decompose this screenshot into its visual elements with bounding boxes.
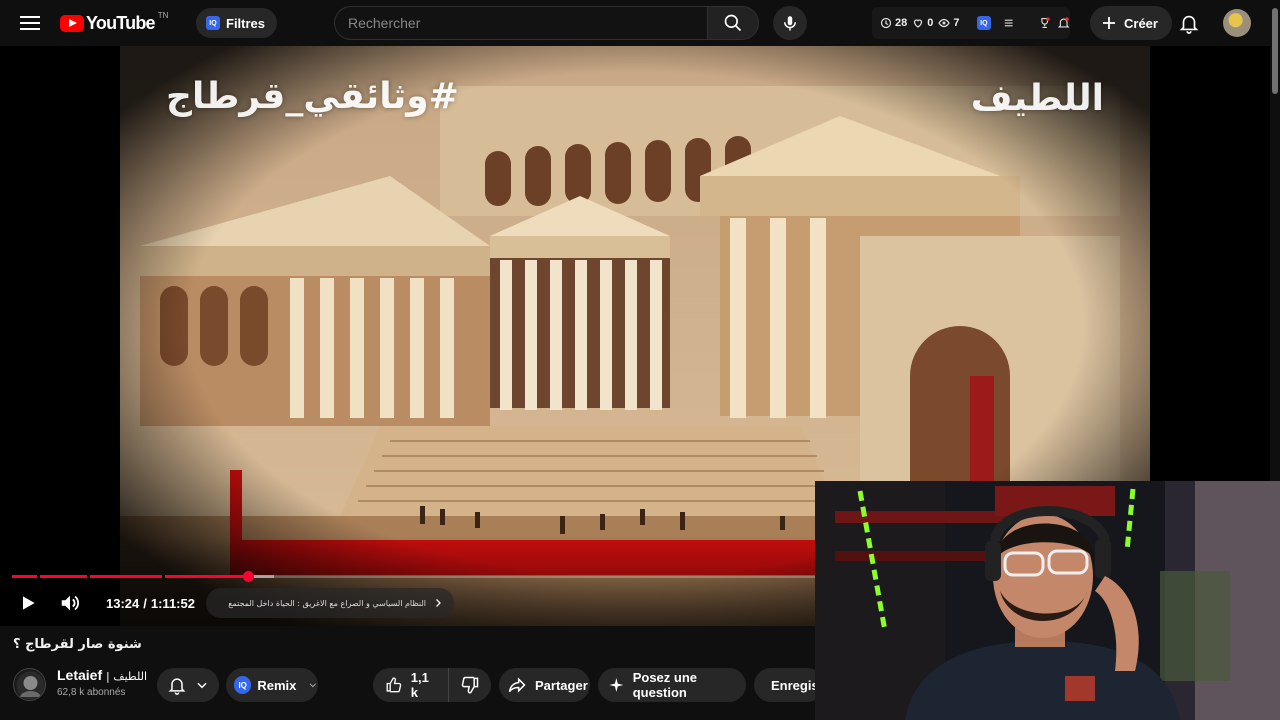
chapter-marker: [86, 575, 90, 578]
sparkle-icon: [609, 678, 624, 692]
bell-icon: [1179, 15, 1199, 34]
webcam-overlay: [815, 481, 1280, 720]
like-button[interactable]: 1,1 k: [373, 668, 450, 702]
eye-icon: [938, 18, 951, 28]
create-label: Créer: [1124, 15, 1158, 31]
subscriber-count: 62,8 k abonnés: [57, 687, 126, 698]
search-box: [334, 6, 708, 40]
share-button[interactable]: Partager: [499, 668, 590, 702]
likes-stat[interactable]: 0: [912, 17, 933, 29]
filters-label: Filtres: [226, 15, 266, 31]
share-label: Partager: [535, 677, 588, 693]
channel-logo-icon: [16, 671, 45, 700]
search-icon: [724, 14, 742, 32]
search-input[interactable]: [335, 7, 708, 39]
like-count: 1,1 k: [410, 670, 429, 700]
webcam-feed: [815, 481, 1280, 720]
subscription-notifications-button[interactable]: [157, 668, 219, 702]
top-bar: YouTube TN IQ Filtres 28 0 7 IQ: [0, 0, 1280, 46]
chapter-button[interactable]: النظام السياسي و الصراع مع الاغريق : الح…: [206, 588, 454, 618]
chapter-marker: [36, 575, 40, 578]
extension-toolbar: 28 0 7 IQ: [872, 7, 1070, 39]
channel-name-latin: Letaief: [57, 667, 103, 683]
save-button[interactable]: Enregistrer: [754, 668, 840, 702]
chapter-title: النظام السياسي و الصراع مع الاغريق : الح…: [228, 598, 426, 608]
chevron-right-icon: [436, 599, 441, 607]
trophy-icon[interactable]: [1038, 16, 1051, 30]
chevron-down-icon: [310, 683, 317, 688]
plus-icon: [1103, 17, 1115, 29]
account-avatar[interactable]: [1223, 9, 1251, 37]
channel-name-arabic: | اللطيف: [106, 670, 147, 683]
remix-label: Remix: [257, 677, 297, 693]
voice-search-button[interactable]: [773, 6, 807, 40]
iq-badge-icon[interactable]: IQ: [977, 16, 991, 30]
youtube-logo[interactable]: YouTube TN: [60, 10, 169, 34]
watch-stat[interactable]: 28: [880, 17, 907, 29]
views-stat[interactable]: 7: [938, 17, 960, 29]
watch-count: 28: [895, 17, 908, 29]
likes-count: 0: [927, 17, 934, 29]
clock-icon: [880, 17, 892, 29]
thumbs-up-icon: [386, 677, 402, 693]
time-display: 13:24 / 1:11:52: [94, 589, 207, 617]
share-icon: [508, 677, 526, 693]
volume-icon: [61, 595, 79, 611]
channel-name[interactable]: Letaief | اللطيف: [57, 667, 147, 683]
notifications-button[interactable]: [1176, 10, 1202, 36]
menu-icon[interactable]: [18, 12, 42, 34]
thumbs-down-icon: [461, 676, 479, 694]
views-count: 7: [953, 17, 960, 29]
time-separator: /: [143, 595, 147, 611]
list-icon[interactable]: [1002, 16, 1015, 30]
remix-button[interactable]: IQ Remix: [226, 668, 318, 702]
iq-badge-icon: IQ: [234, 676, 252, 694]
play-icon: [23, 596, 35, 610]
play-button[interactable]: [14, 589, 42, 617]
bell-icon: [168, 678, 186, 695]
youtube-play-icon: [60, 14, 84, 32]
create-button[interactable]: Créer: [1090, 6, 1172, 40]
channel-avatar[interactable]: [13, 668, 46, 701]
iq-extension-icon: IQ: [206, 16, 220, 30]
ask-question-button[interactable]: Posez une question: [598, 668, 746, 702]
chevron-down-icon: [197, 682, 207, 689]
volume-button[interactable]: [56, 589, 84, 617]
scrollbar-thumb[interactable]: [1272, 8, 1278, 94]
like-dislike-group: 1,1 k: [373, 668, 491, 702]
microphone-icon: [784, 16, 796, 31]
heart-icon: [914, 19, 923, 28]
search-button[interactable]: [707, 6, 759, 40]
dislike-button[interactable]: [449, 668, 491, 702]
notification-alert-icon[interactable]: [1057, 16, 1070, 30]
logo-wordmark: YouTube: [86, 12, 156, 33]
video-title: شنوة صار لقرطاج ؟: [13, 637, 142, 652]
chapter-marker: [161, 575, 165, 578]
time-current: 13:24: [106, 595, 140, 611]
overlay-hashtag: #وثائقي_قرطاج: [166, 76, 459, 117]
overlay-channel-name: اللطيف: [970, 78, 1104, 119]
ask-label: Posez une question: [632, 670, 697, 700]
time-total: 1:11:52: [150, 595, 195, 611]
filters-button[interactable]: IQ Filtres: [196, 8, 278, 38]
country-code: TN: [157, 10, 169, 20]
progress-played: [12, 575, 249, 578]
